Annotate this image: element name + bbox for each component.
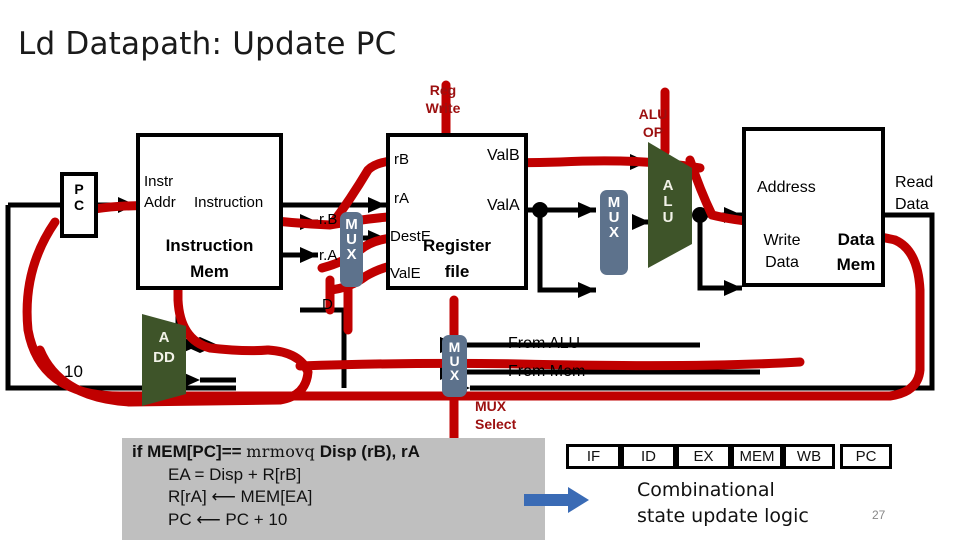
alu-label: A L U: [648, 178, 688, 225]
read-data-line2: Data: [895, 195, 929, 213]
regfile-input-rb: rB: [394, 151, 409, 168]
reg-write-control-label: Reg Write: [408, 82, 478, 117]
alu-op-line2: OP: [642, 123, 664, 140]
regfile-output-valb: ValB: [487, 147, 520, 164]
code-line1-mnemonic: mrmovq: [246, 442, 316, 461]
alu-label-line2: L: [663, 192, 673, 210]
reg-write-line2: Write: [425, 99, 461, 116]
code-line-1: if MEM[PC]== mrmovq Disp (rB), rA: [132, 441, 542, 464]
reg-mux-input-ra: r.A: [319, 247, 338, 264]
stage-box-id[interactable]: ID: [621, 444, 676, 469]
caption-line2: state update logic: [637, 504, 809, 527]
caption-line1: Combinational: [637, 479, 775, 501]
writeback-mux[interactable]: M U X: [442, 335, 467, 397]
wb-mux-input-from-mem: From Mem: [508, 363, 586, 380]
code-line1-operands: Disp (rB), rA: [315, 442, 420, 461]
register-file-name-line2: file: [444, 261, 470, 281]
register-file-name-line1: Register: [422, 236, 492, 255]
alu-mux-glyph-m: M: [607, 194, 621, 211]
stage-box-if[interactable]: IF: [566, 444, 621, 469]
stage-box-mem[interactable]: MEM: [731, 444, 783, 469]
instr-port-label: Instr: [144, 173, 174, 190]
code-line1-prefix: if MEM[PC]==: [132, 442, 247, 461]
mux-select-control-label: MUX Select: [475, 398, 545, 433]
add-unit-label-line2: DD: [153, 349, 175, 367]
addr-port-label: Addr: [144, 194, 176, 211]
stage-box-wb[interactable]: WB: [783, 444, 835, 469]
code-line-3: R[rA] ⟵ MEM[EA]: [168, 487, 313, 507]
code-line-2: EA = Disp + R[rB]: [168, 464, 302, 484]
instruction-mem-name-line2: Mem: [190, 261, 229, 281]
wb-mux-glyph-u: U: [449, 353, 460, 369]
pc-label-line2: C: [73, 197, 85, 214]
reg-mux-select-d: D: [322, 296, 333, 313]
regfile-input-ra: rA: [394, 190, 409, 207]
add-constant-input: 10: [64, 362, 83, 381]
alu-mux-glyph-u: U: [608, 209, 620, 226]
pc-register-label: P C: [60, 181, 98, 213]
data-mem-port-write-data: Write Data: [757, 230, 807, 273]
regfile-output-vala: ValA: [487, 197, 520, 214]
combinational-logic-caption: Combinational state update logic: [637, 478, 809, 529]
instruction-port-label: Instruction: [194, 194, 264, 211]
add-unit-label-line1: A: [158, 329, 170, 346]
wb-mux-input-from-alu: From ALU: [508, 335, 581, 352]
register-select-mux[interactable]: M U X: [340, 212, 363, 287]
read-data-line1: Read: [895, 174, 934, 191]
alu-label-line1: A: [662, 177, 674, 194]
pc-label-line1: P: [74, 181, 84, 197]
reg-mux-input-rb: r.B: [319, 211, 338, 228]
add-unit-label: A DD: [140, 328, 188, 369]
alu-op-control-label: ALU OP: [618, 106, 688, 141]
blue-arrow-icon: [524, 487, 589, 513]
data-mem-port-address: Address: [757, 179, 816, 196]
write-data-line2: Data: [765, 253, 799, 271]
alu-op-line1: ALU: [638, 106, 668, 122]
alu-input-mux[interactable]: M U X: [600, 190, 628, 275]
reg-mux-glyph-u: U: [346, 231, 357, 248]
write-data-line1: Write: [763, 232, 801, 249]
code-line-4: PC ⟵ PC + 10: [168, 509, 288, 529]
data-mem-name: Data Mem: [826, 228, 886, 277]
alu-mux-glyph-x: X: [608, 224, 619, 241]
slide-canvas: Ld Datapath: Update PC Reg Write ALU OP …: [0, 0, 960, 540]
stage-box-pc[interactable]: PC: [840, 444, 892, 469]
register-file-name: Register file: [386, 233, 528, 284]
stage-box-ex[interactable]: EX: [676, 444, 731, 469]
page-number: 27: [872, 508, 886, 522]
instruction-mem-name: Instruction Mem: [136, 233, 283, 284]
data-mem-name-line1: Data: [837, 230, 875, 249]
data-mem-port-read-data: Read Data: [895, 172, 953, 215]
reg-mux-glyph-x: X: [346, 246, 357, 263]
mux-select-line2: Select: [475, 415, 517, 432]
code-block: if MEM[PC]== mrmovq Disp (rB), rA EA = D…: [132, 441, 542, 531]
wb-mux-glyph-m: M: [448, 339, 461, 355]
alu-label-line3: U: [662, 208, 674, 226]
mux-select-line1: MUX: [475, 398, 507, 414]
reg-mux-glyph-m: M: [345, 216, 358, 233]
instruction-mem-name-line1: Instruction: [165, 236, 254, 255]
wb-mux-glyph-x: X: [449, 367, 460, 383]
data-mem-name-line2: Mem: [836, 254, 876, 274]
reg-write-line1: Reg: [429, 82, 457, 98]
